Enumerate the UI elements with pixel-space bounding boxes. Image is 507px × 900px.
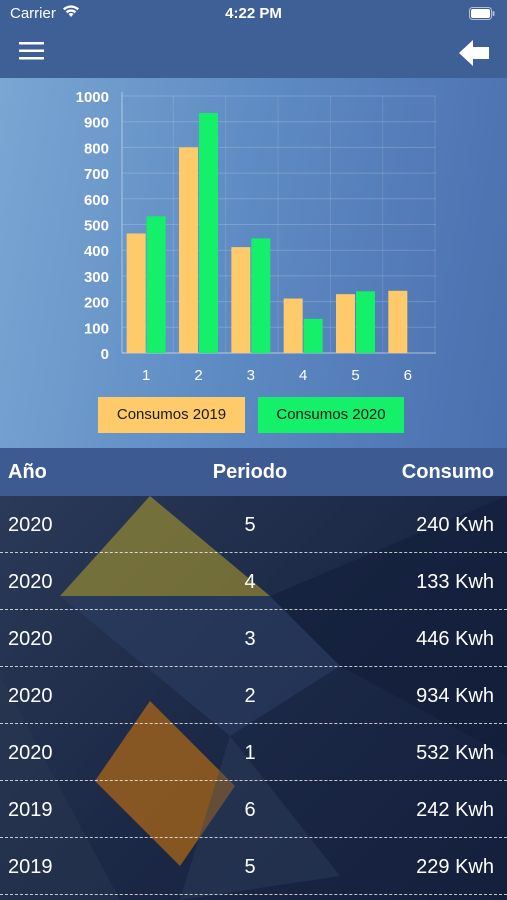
y-tick-label: 200 xyxy=(84,295,109,312)
cell-consumo: 446 Kwh xyxy=(416,628,494,650)
y-tick-label: 500 xyxy=(84,218,109,235)
cell-year: 2020 xyxy=(8,514,53,536)
bar-chart: 0 100 200 300 400 500 600 700 800 900 1000 1 2 3 4 5 6 xyxy=(76,89,436,384)
cell-consumo: 532 Kwh xyxy=(416,742,494,764)
bar-2019-period-4 xyxy=(283,298,303,353)
cell-year: 2020 xyxy=(8,742,53,764)
bar-2020-period-1 xyxy=(146,216,166,353)
x-tick-label: 1 xyxy=(142,367,150,384)
cell-year: 2019 xyxy=(8,856,53,878)
y-tick-label: 700 xyxy=(84,166,109,183)
table-row[interactable]: 2020 2 934 Kwh xyxy=(0,667,507,724)
consumption-chart: 0 100 200 300 400 500 600 700 800 900 1000 1 2 3 4 5 6 xyxy=(0,78,507,448)
y-tick-label: 100 xyxy=(84,320,109,337)
cell-year: 2020 xyxy=(8,571,53,593)
y-tick-label: 300 xyxy=(84,269,109,286)
bar-2020-period-3 xyxy=(251,238,271,353)
cell-period: 2 xyxy=(244,685,256,707)
y-tick-label: 800 xyxy=(84,140,109,157)
y-tick-label: 1000 xyxy=(76,89,109,106)
navigation-bar xyxy=(0,28,507,78)
legend-consumos-2020: Consumos 2020 xyxy=(258,397,404,433)
bar-2020-period-5 xyxy=(356,291,375,353)
x-tick-label: 6 xyxy=(404,367,412,384)
bar-2019-period-6 xyxy=(388,290,408,353)
table-header: Año Periodo Consumo xyxy=(0,448,507,496)
x-tick-label: 4 xyxy=(299,367,307,384)
x-tick-label: 2 xyxy=(194,367,202,384)
header-consumo: Consumo xyxy=(401,461,494,483)
cell-consumo: 229 Kwh xyxy=(416,856,494,878)
cell-consumo: 242 Kwh xyxy=(416,799,494,821)
cell-year: 2020 xyxy=(8,685,53,707)
clock: 4:22 PM xyxy=(225,5,282,22)
cell-period: 6 xyxy=(244,799,256,821)
x-tick-label: 5 xyxy=(351,367,359,384)
legend-consumos-2019: Consumos 2019 xyxy=(98,397,245,433)
table-row[interactable]: 2020 5 240 Kwh xyxy=(0,496,507,553)
y-tick-label: 900 xyxy=(84,115,109,132)
hamburger-menu-icon[interactable] xyxy=(18,40,48,66)
table-row[interactable]: 2019 6 242 Kwh xyxy=(0,781,507,838)
bar-2019-period-1 xyxy=(126,233,146,353)
consumption-table[interactable]: 2020 5 240 Kwh 2020 4 133 Kwh 2020 3 446… xyxy=(0,496,507,900)
y-tick-label: 400 xyxy=(84,243,109,260)
table-row[interactable]: 2019 5 229 Kwh xyxy=(0,838,507,895)
bar-2020-period-4 xyxy=(303,318,323,353)
cell-period: 1 xyxy=(244,742,256,764)
bar-2019-period-5 xyxy=(336,294,355,353)
cell-period: 3 xyxy=(244,628,256,650)
back-arrow-icon[interactable] xyxy=(457,38,491,68)
y-tick-label: 600 xyxy=(84,192,109,209)
cell-year: 2019 xyxy=(8,799,53,821)
table-row[interactable]: 2020 4 133 Kwh xyxy=(0,553,507,610)
y-tick-label: 0 xyxy=(101,346,109,363)
header-period: Periodo xyxy=(212,461,288,483)
cell-period: 4 xyxy=(244,571,256,593)
battery-icon xyxy=(469,7,495,24)
status-bar: Carrier 4:22 PM xyxy=(0,0,507,28)
header-year: Año xyxy=(8,461,47,483)
x-tick-label: 3 xyxy=(247,367,255,384)
table-rows: 2020 5 240 Kwh 2020 4 133 Kwh 2020 3 446… xyxy=(0,496,507,895)
table-row[interactable]: 2020 1 532 Kwh xyxy=(0,724,507,781)
cell-period: 5 xyxy=(244,856,256,878)
bar-2020-period-2 xyxy=(199,112,218,353)
cell-period: 5 xyxy=(244,514,256,536)
bar-2019-period-3 xyxy=(231,247,251,353)
cell-consumo: 934 Kwh xyxy=(416,685,494,707)
cell-year: 2020 xyxy=(8,628,53,650)
cell-consumo: 133 Kwh xyxy=(416,571,494,593)
table-row[interactable]: 2020 3 446 Kwh xyxy=(0,610,507,667)
cell-consumo: 240 Kwh xyxy=(416,514,494,536)
bar-2019-period-2 xyxy=(179,147,198,353)
